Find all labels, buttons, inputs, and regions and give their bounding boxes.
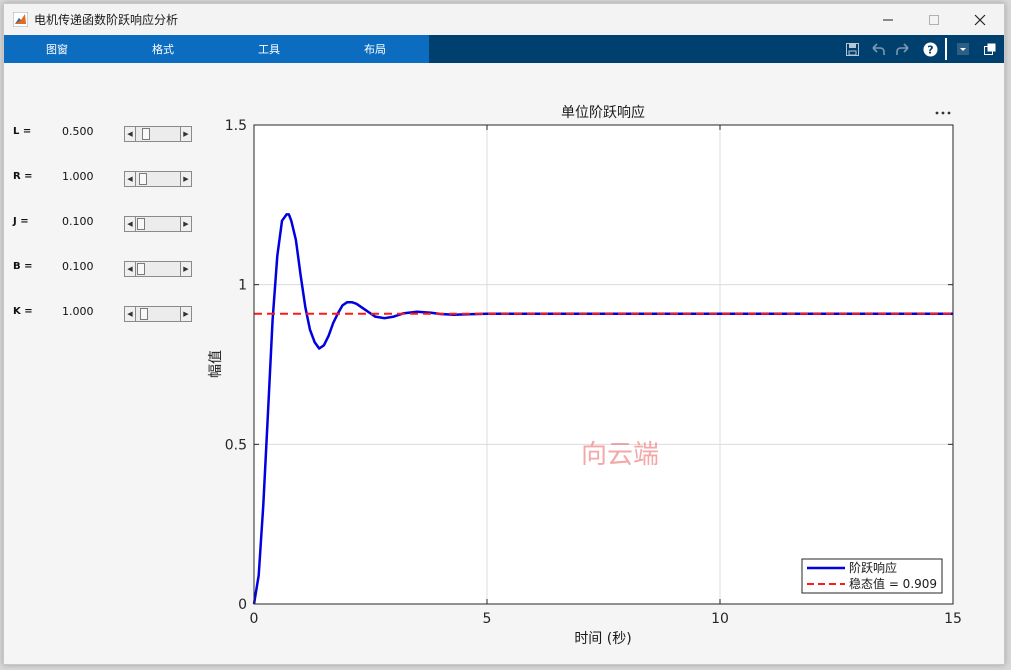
minimize-button[interactable]	[865, 4, 911, 35]
title-bar: 电机传递函数阶跃响应分析	[4, 4, 1004, 35]
undo-button[interactable]	[869, 40, 887, 58]
y-tick-label: 1	[238, 278, 247, 294]
axes-more-options-button[interactable]	[935, 111, 951, 115]
close-icon	[974, 14, 986, 25]
tab-format[interactable]: 格式	[110, 35, 216, 63]
undo-icon	[872, 42, 885, 55]
y-axis-label: 幅值	[208, 350, 224, 378]
undock-button[interactable]	[981, 40, 999, 58]
chart-legend[interactable]: 阶跃响应 稳态值 = 0.909	[801, 558, 943, 594]
more-options-icon	[935, 111, 939, 115]
more-options-icon	[941, 111, 945, 115]
svg-text:?: ?	[927, 43, 933, 56]
undock-icon	[984, 43, 996, 55]
toolstrip-separator	[945, 38, 947, 60]
redo-button[interactable]	[894, 40, 912, 58]
close-button[interactable]	[957, 4, 1003, 35]
legend-label-steady: 稳态值 = 0.909	[849, 576, 937, 591]
plot-area[interactable]	[254, 125, 953, 604]
save-icon	[845, 42, 859, 56]
x-axis-label: 时间 (秒)	[574, 631, 631, 647]
redo-icon	[896, 42, 909, 55]
save-button[interactable]	[843, 40, 861, 58]
x-tick-label: 5	[483, 611, 492, 627]
tab-figure[interactable]: 图窗	[4, 35, 110, 63]
step-response-chart[interactable]: 单位阶跃响应 时间 (秒) 幅值 向云端 阶跃响应 稳态值 = 0.909 0 5…	[4, 63, 1004, 664]
help-button[interactable]: ?	[921, 40, 939, 58]
app-window: 电机传递函数阶跃响应分析 图窗 格式 工具 布局 ? L = 0.500 ◀ ▶…	[3, 3, 1005, 665]
help-icon: ?	[923, 42, 937, 56]
y-tick-label: 0.5	[225, 437, 247, 453]
dropdown-icon	[957, 43, 969, 55]
matlab-app-icon	[13, 12, 28, 27]
figure-toolstrip: 图窗 格式 工具 布局 ?	[4, 35, 1004, 63]
legend-label-step: 阶跃响应	[849, 560, 897, 575]
maximize-icon	[929, 14, 939, 25]
y-tick-label: 0	[238, 597, 247, 613]
window-title: 电机传递函数阶跃响应分析	[34, 13, 179, 27]
chart-title: 单位阶跃响应	[561, 104, 645, 121]
more-options-icon	[947, 111, 951, 115]
x-tick-label: 10	[711, 611, 729, 627]
x-tick-label: 0	[250, 611, 259, 627]
toolstrip-tabs: 图窗 格式 工具 布局	[4, 35, 429, 63]
minimize-icon	[883, 19, 893, 20]
tab-layout[interactable]: 布局	[322, 35, 428, 63]
figure-canvas: L = 0.500 ◀ ▶ R = 1.000 ◀ ▶ J = 0.100 ◀	[4, 63, 1004, 664]
y-tick-label: 1.5	[225, 118, 247, 134]
maximize-button[interactable]	[911, 4, 957, 35]
x-tick-label: 15	[944, 611, 962, 627]
tab-tools[interactable]: 工具	[216, 35, 322, 63]
watermark: 向云端	[581, 440, 659, 470]
toolstrip-dropdown-button[interactable]	[954, 40, 972, 58]
